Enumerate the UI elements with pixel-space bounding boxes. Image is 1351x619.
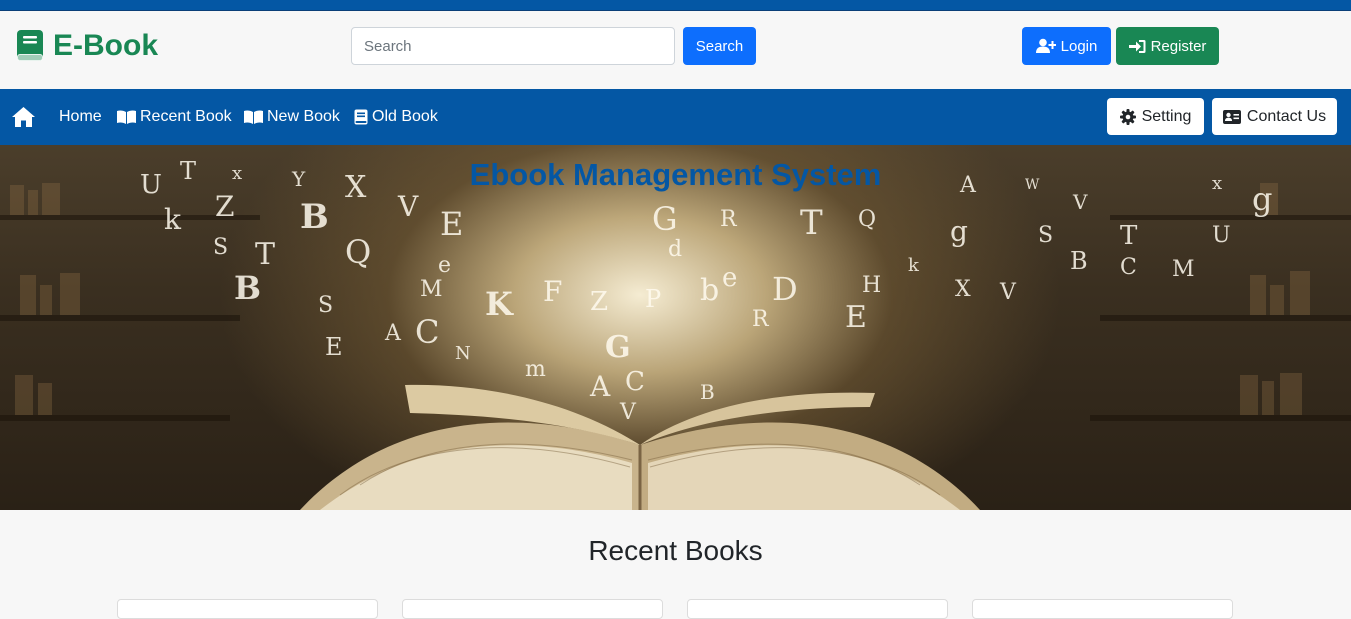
book-card[interactable] xyxy=(687,599,948,619)
floating-letter: V xyxy=(398,190,419,223)
floating-letter: B xyxy=(300,197,329,237)
nav-item-home[interactable]: Home xyxy=(59,106,102,128)
floating-letter: B xyxy=(1070,247,1088,275)
floating-letter: P xyxy=(645,285,662,313)
contact-us-label: Contact Us xyxy=(1246,107,1327,125)
floating-letter: E xyxy=(440,205,464,243)
book-card[interactable] xyxy=(402,599,663,619)
sign-in-icon xyxy=(1128,39,1146,53)
top-accent-strip xyxy=(0,0,1351,11)
floating-letter: Z xyxy=(590,287,609,317)
floating-letter: F xyxy=(543,275,563,308)
floating-letter: A xyxy=(590,370,611,403)
floating-letter: C xyxy=(415,313,440,351)
gear-icon xyxy=(1119,108,1136,125)
register-button[interactable]: Register xyxy=(1116,27,1219,65)
floating-letter: B xyxy=(700,380,715,404)
floating-letter: T xyxy=(255,237,276,272)
search-button-label: Search xyxy=(695,37,744,55)
register-label: Register xyxy=(1150,37,1207,55)
setting-label: Setting xyxy=(1141,107,1192,125)
floating-letter: Q xyxy=(345,233,372,271)
nav-item-recent-book[interactable]: Recent Book xyxy=(117,106,232,128)
floating-letter: T xyxy=(1120,221,1138,251)
floating-letter: T xyxy=(800,203,823,243)
login-label: Login xyxy=(1060,37,1098,55)
floating-letter: K xyxy=(485,285,513,323)
book-icon xyxy=(354,109,368,125)
book-card[interactable] xyxy=(972,599,1233,619)
login-button[interactable]: Login xyxy=(1022,27,1111,65)
floating-letter: U xyxy=(1212,223,1231,248)
brand-name: E-Book xyxy=(53,29,158,62)
floating-letter: R xyxy=(752,307,769,332)
book-icon xyxy=(17,30,43,61)
floating-letter: C xyxy=(1120,255,1137,280)
hero-banner: U T x Y X k Z B V E S T Q B e M S K F Z … xyxy=(0,145,1351,510)
nav-item-old-book[interactable]: Old Book xyxy=(354,106,438,128)
floating-letter: E xyxy=(325,333,343,361)
floating-letter: d xyxy=(668,237,683,262)
floating-letter: S xyxy=(1038,223,1054,248)
floating-letter: b xyxy=(700,273,720,308)
nav-item-label: New Book xyxy=(267,108,340,125)
floating-letter: A xyxy=(385,321,401,346)
floating-letter: R xyxy=(720,207,737,232)
search-button[interactable]: Search xyxy=(683,27,756,65)
brand-logo[interactable]: E-Book xyxy=(15,29,158,63)
user-plus-icon xyxy=(1035,38,1056,53)
floating-letter: N xyxy=(455,343,471,364)
floating-letter: S xyxy=(318,293,334,318)
search-input[interactable] xyxy=(351,27,675,65)
floating-letter: k xyxy=(908,255,919,276)
floating-letter: S xyxy=(213,235,229,260)
floating-letter: g xyxy=(950,215,968,248)
floating-letter: M xyxy=(420,277,443,302)
floating-letter: e xyxy=(722,263,738,293)
floating-letter: B xyxy=(234,269,262,307)
floating-letter: V xyxy=(1000,280,1016,305)
open-book-icon xyxy=(244,110,263,124)
floating-letter: E xyxy=(845,300,867,335)
nav-item-label: Home xyxy=(59,108,102,125)
floating-letter: Z xyxy=(215,190,235,223)
book-card[interactable] xyxy=(117,599,378,619)
floating-letter: V xyxy=(620,400,636,425)
header: E-Book Search Login Register xyxy=(0,11,1351,89)
floating-letter: m xyxy=(525,357,546,382)
floating-letter: C xyxy=(625,367,645,397)
floating-letter: D xyxy=(772,270,798,308)
floating-letter: G xyxy=(652,200,678,238)
open-book-icon xyxy=(117,110,136,124)
recent-books-heading: Recent Books xyxy=(588,535,763,566)
floating-letter: M xyxy=(1172,257,1195,282)
floating-letter: H xyxy=(862,273,882,298)
nav-item-label: Recent Book xyxy=(140,108,232,125)
setting-button[interactable]: Setting xyxy=(1107,98,1204,135)
floating-letter: G xyxy=(605,330,631,365)
floating-letter: Q xyxy=(858,207,877,232)
floating-letter: X xyxy=(955,277,971,302)
floating-letter: V xyxy=(1073,190,1088,214)
home-icon[interactable] xyxy=(11,106,36,128)
floating-letter: e xyxy=(438,253,452,278)
nav-item-label: Old Book xyxy=(372,108,438,125)
nav-item-new-book[interactable]: New Book xyxy=(244,106,340,128)
hero-title: Ebook Management System xyxy=(469,157,882,192)
address-card-icon xyxy=(1222,109,1241,124)
contact-us-button[interactable]: Contact Us xyxy=(1212,98,1337,135)
floating-letter: k xyxy=(164,203,181,236)
main-navbar: Home Recent Book New Book Old Book Setti… xyxy=(0,89,1351,145)
